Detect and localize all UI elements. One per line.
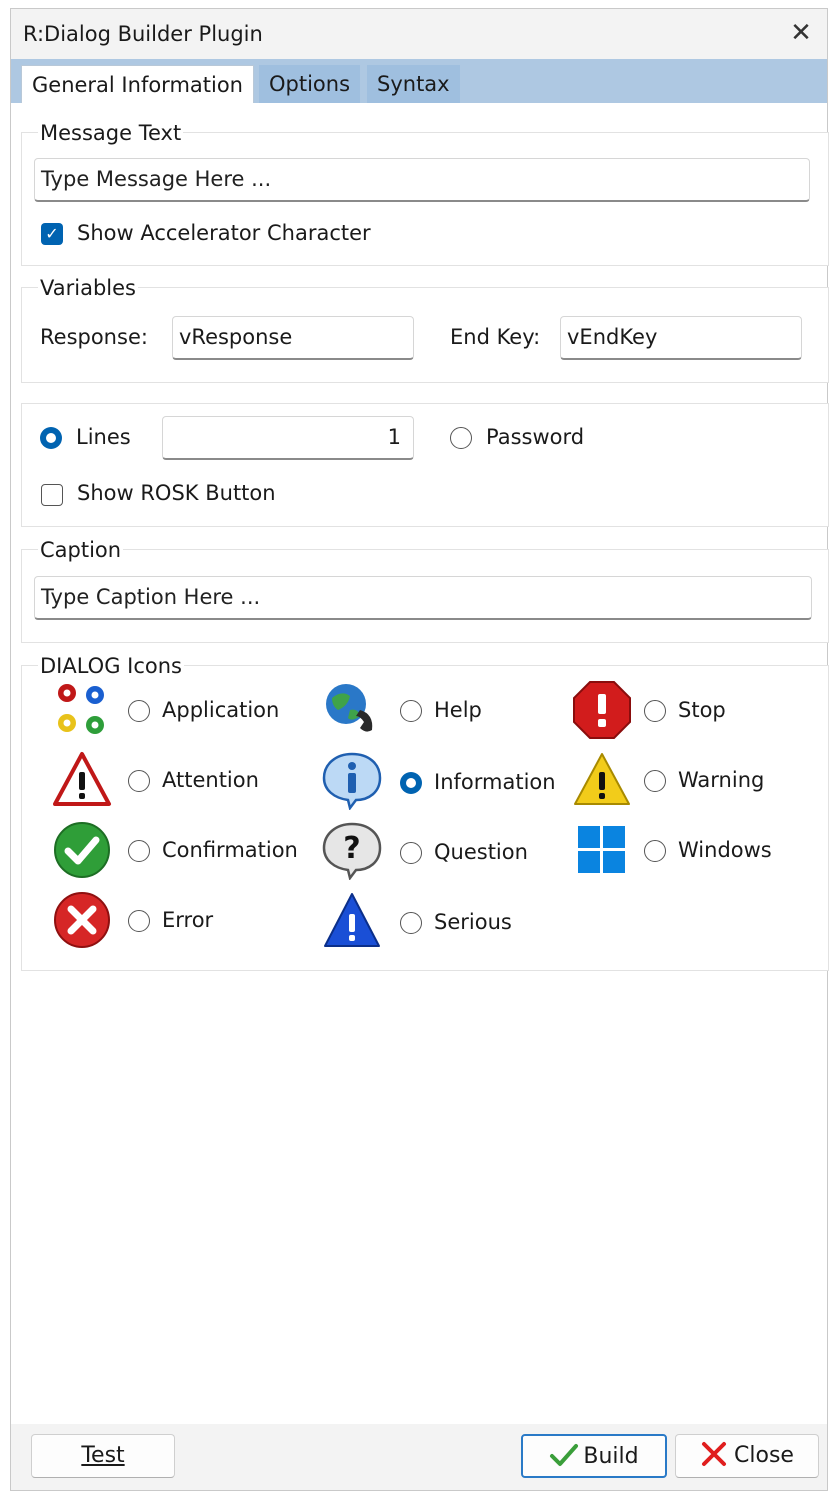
error-icon (54, 892, 110, 948)
label-confirmation: Confirmation (162, 838, 298, 862)
dialog-icons-legend: DIALOG Icons (38, 654, 184, 678)
dialog-window: R:Dialog Builder Plugin ✕ General Inform… (10, 8, 829, 1491)
radio-information[interactable] (400, 772, 422, 794)
label-application: Application (162, 698, 280, 722)
password-radio[interactable] (450, 427, 472, 449)
radio-help[interactable] (400, 700, 422, 722)
window-title: R:Dialog Builder Plugin (23, 22, 263, 46)
attention-icon (53, 752, 111, 806)
radio-windows[interactable] (644, 840, 666, 862)
radio-question[interactable] (400, 842, 422, 864)
windows-logo-icon (578, 826, 625, 873)
question-icon: ? (322, 822, 382, 880)
message-text-input[interactable]: Type Message Here ... (34, 158, 810, 202)
radio-confirmation[interactable] (128, 840, 150, 862)
label-warning: Warning (678, 768, 765, 792)
caption-group: Caption Type Caption Here ... (21, 538, 829, 643)
tab-content: Message Text Type Message Here ... ✓ Sho… (11, 103, 829, 1426)
label-windows: Windows (678, 838, 772, 862)
rosk-checkbox[interactable] (41, 484, 63, 506)
checkmark-icon (54, 822, 110, 878)
information-icon (322, 752, 382, 810)
radio-warning[interactable] (644, 770, 666, 792)
close-window-icon[interactable]: ✕ (785, 17, 817, 49)
message-text-legend: Message Text (38, 121, 184, 145)
close-button[interactable]: Close (675, 1434, 819, 1478)
checkmark-small-icon (550, 1444, 579, 1466)
message-text-group: Message Text Type Message Here ... ✓ Sho… (21, 121, 829, 266)
label-error: Error (162, 908, 214, 932)
title-bar: R:Dialog Builder Plugin ✕ (11, 9, 827, 59)
tab-general-information[interactable]: General Information (21, 65, 254, 103)
globe-phone-icon (326, 684, 373, 732)
stop-icon (573, 681, 631, 739)
tab-syntax[interactable]: Syntax (367, 65, 460, 103)
label-attention: Attention (162, 768, 259, 792)
tab-strip: General Information Options Syntax (11, 59, 827, 103)
close-button-label: Close (734, 1443, 794, 1468)
input-mode-group: Lines 1 Password Show ROSK Button (21, 403, 829, 527)
build-button[interactable]: Build (521, 1434, 667, 1478)
tab-options[interactable]: Options (259, 65, 361, 103)
label-stop: Stop (678, 698, 726, 722)
variables-group: Variables Response: vResponse End Key: v… (21, 276, 829, 383)
test-button-label: Test (81, 1443, 125, 1468)
radio-error[interactable] (128, 910, 150, 932)
build-button-label: Build (583, 1444, 639, 1469)
serious-icon (324, 893, 380, 947)
variables-legend: Variables (38, 276, 138, 300)
end-key-label: End Key: (450, 325, 541, 349)
label-help: Help (434, 698, 482, 722)
caption-input[interactable]: Type Caption Here ... (34, 576, 812, 620)
radio-attention[interactable] (128, 770, 150, 792)
response-input[interactable]: vResponse (172, 316, 414, 360)
radio-serious[interactable] (400, 912, 422, 934)
label-question: Question (434, 840, 528, 864)
warning-icon (574, 753, 630, 805)
lines-radio[interactable] (40, 427, 62, 449)
lines-count-input[interactable]: 1 (162, 416, 414, 460)
rosk-label: Show ROSK Button (77, 481, 276, 505)
password-label: Password (486, 425, 585, 449)
label-serious: Serious (434, 910, 512, 934)
close-red-x-icon (702, 1442, 727, 1466)
dialog-footer: Test Build Close (11, 1424, 827, 1490)
end-key-input[interactable]: vEndKey (560, 316, 802, 360)
radio-stop[interactable] (644, 700, 666, 722)
test-button[interactable]: Test (31, 1434, 175, 1478)
response-label: Response: (40, 325, 148, 349)
label-information: Information (434, 770, 556, 794)
accelerator-label: Show Accelerator Character (77, 221, 371, 245)
radio-application[interactable] (128, 700, 150, 722)
dialog-icons-group: DIALOG Icons Application Help Stop Atten… (21, 654, 829, 971)
accelerator-checkbox[interactable]: ✓ (41, 223, 63, 245)
svg-text:?: ? (343, 831, 360, 866)
gears-icon (58, 684, 104, 734)
lines-label: Lines (76, 425, 131, 449)
caption-legend: Caption (38, 538, 124, 562)
